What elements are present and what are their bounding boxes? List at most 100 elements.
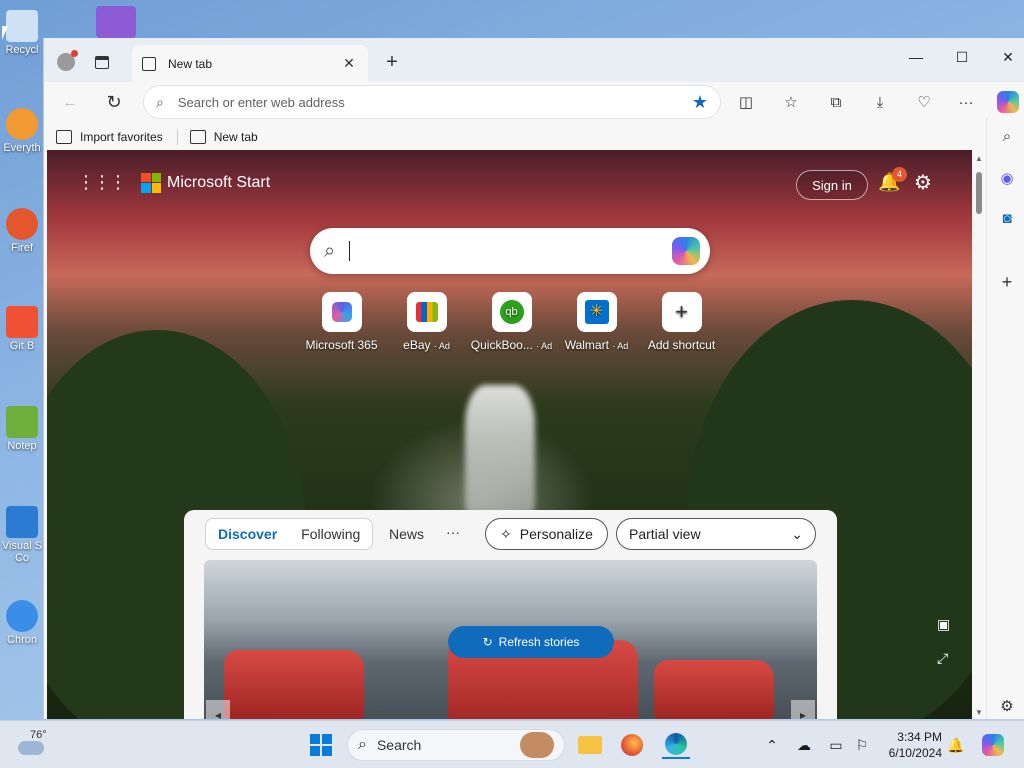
page-settings-gear-icon[interactable]: ⚙: [914, 170, 938, 194]
sidebar-add-icon[interactable]: +: [997, 272, 1017, 292]
text-caret: [349, 241, 351, 261]
notepad-icon: [6, 406, 38, 438]
personalize-label: Personalize: [519, 526, 593, 542]
shortcut-ebay[interactable]: eBay · Ad: [384, 292, 469, 352]
start-button[interactable]: [306, 731, 336, 759]
desktop-icon-notepad[interactable]: Notep: [0, 406, 44, 452]
plus-icon: +: [661, 292, 702, 332]
page-scrollbar[interactable]: ▲ ▼: [972, 150, 986, 719]
heart-pulse-icon: ♡: [917, 94, 931, 111]
sidebar-search-icon[interactable]: ⌕: [997, 126, 1017, 146]
favorite-star-icon[interactable]: ★: [692, 92, 708, 113]
notification-bell-icon[interactable]: 🔔: [946, 731, 966, 759]
cloud-icon: [18, 741, 44, 755]
view-mode-dropdown[interactable]: Partial view ⌄: [616, 518, 816, 550]
clock-date: 6/10/2024: [888, 746, 942, 760]
shortcut-quickbooks[interactable]: qb QuickBoo... · Ad: [469, 292, 554, 352]
shortcut-microsoft-365[interactable]: Microsoft 365: [299, 292, 384, 352]
sign-in-button[interactable]: Sign in: [796, 170, 868, 200]
maximize-button[interactable]: ☐: [940, 42, 984, 72]
browser-window: New tab ✕ + — ☐ ✕ ← ↻ ⌕ Search or enter …: [43, 38, 1024, 719]
search-highlight-image-icon: [520, 732, 554, 758]
file-explorer-button[interactable]: [576, 731, 604, 759]
desktop-icon-chrome[interactable]: Chron: [0, 600, 44, 646]
visual-studio-desktop-icon[interactable]: [96, 6, 136, 38]
profile-button[interactable]: [52, 48, 80, 76]
new-tab-button[interactable]: +: [378, 48, 406, 76]
minimize-button[interactable]: —: [894, 42, 938, 72]
taskbar-clock[interactable]: 3:34 PM 6/10/2024: [880, 729, 942, 761]
tab-actions-button[interactable]: [88, 48, 116, 76]
tab-new-tab[interactable]: New tab ✕: [132, 45, 368, 82]
onedrive-offline-icon[interactable]: ☁: [794, 731, 814, 759]
new-tab-favorite-link[interactable]: New tab: [189, 129, 258, 144]
network-monitor-icon[interactable]: ▭: [826, 731, 846, 759]
title-bar: New tab ✕ + — ☐ ✕: [44, 38, 1024, 82]
firefox-taskbar-button[interactable]: [618, 731, 646, 759]
favorites-bar: Import favorites New tab: [44, 122, 1024, 152]
background-waterfall: [465, 385, 535, 515]
hero-story-card[interactable]: ↻ Refresh stories ◂ ▸: [204, 560, 817, 719]
firefox-icon: [621, 734, 643, 756]
carousel-prev-button[interactable]: ◂: [206, 700, 230, 719]
favorites-button[interactable]: ☆: [777, 88, 805, 116]
sidebar-m365-icon[interactable]: ◉: [997, 168, 1017, 188]
downloads-button[interactable]: ⤓: [866, 88, 894, 116]
story-image-car: [654, 660, 774, 719]
scroll-up-arrow-icon[interactable]: ▲: [975, 154, 983, 163]
copilot-button[interactable]: [994, 88, 1022, 116]
browser-essentials-button[interactable]: ♡: [910, 88, 938, 116]
edge-taskbar-button[interactable]: [662, 731, 690, 759]
desktop-icon-firefox[interactable]: Firef: [0, 208, 44, 254]
tab-close-icon[interactable]: ✕: [340, 55, 358, 72]
collections-button[interactable]: ⧉: [822, 88, 850, 116]
personalize-button[interactable]: ✧ Personalize: [485, 518, 608, 550]
quickbooks-icon: qb: [491, 292, 532, 332]
close-window-button[interactable]: ✕: [986, 42, 1024, 72]
desktop-icon-everything[interactable]: Everyth: [0, 108, 44, 154]
expand-icon[interactable]: ⤢: [937, 650, 948, 667]
refresh-stories-button[interactable]: ↻ Refresh stories: [448, 626, 614, 658]
volume-network-icon[interactable]: ⚐: [852, 731, 872, 759]
tab-news[interactable]: News: [389, 526, 424, 542]
add-shortcut-button[interactable]: + Add shortcut: [639, 292, 724, 352]
weather-temperature: 76°: [30, 729, 47, 741]
refresh-icon: ↻: [106, 91, 122, 112]
everything-icon: [6, 108, 38, 140]
walmart-icon: ✳: [576, 292, 617, 332]
edge-icon: [665, 733, 687, 755]
shortcut-walmart[interactable]: ✳ Walmart · Ad: [554, 292, 639, 352]
import-favorites-label: Import favorites: [80, 129, 163, 144]
taskbar-search-box[interactable]: ⌕ Search: [347, 729, 565, 761]
tab-following[interactable]: Following: [289, 526, 372, 542]
background-image-info-icon[interactable]: ▣: [937, 616, 950, 633]
brand-title[interactable]: Microsoft Start: [167, 174, 270, 192]
scrollbar-thumb[interactable]: [976, 172, 982, 214]
feed-tab-group: Discover Following: [205, 518, 374, 550]
web-search-box[interactable]: ⌕: [310, 228, 710, 274]
sidebar-settings-icon[interactable]: ⚙: [997, 696, 1017, 716]
search-icon: ⌕: [156, 93, 164, 110]
app-launcher-icon[interactable]: ⋮⋮⋮: [77, 172, 127, 193]
taskbar: 76° ⌕ Search ⌃ ☁ ▭ ⚐ 3:34 PM 6/10/2024 🔔: [0, 720, 1024, 768]
split-screen-button[interactable]: ◫: [732, 88, 760, 116]
refresh-button[interactable]: ↻: [100, 88, 128, 116]
search-icon: ⌕: [358, 736, 367, 753]
settings-and-more-button[interactable]: ···: [952, 88, 980, 116]
weather-widget[interactable]: 76°: [18, 729, 47, 755]
import-favorites-link[interactable]: Import favorites: [56, 129, 163, 144]
git-bash-icon: [6, 306, 38, 338]
desktop-icon-visual-studio-code[interactable]: Visual S Co: [0, 506, 44, 564]
desktop-icon-git-bash[interactable]: Git B: [0, 306, 44, 352]
sidebar-outlook-icon[interactable]: ◙: [997, 208, 1017, 228]
address-bar[interactable]: ⌕ Search or enter web address ★: [144, 86, 720, 118]
scroll-down-arrow-icon[interactable]: ▼: [975, 708, 983, 717]
carousel-next-button[interactable]: ▸: [791, 700, 815, 719]
copilot-icon[interactable]: [672, 237, 700, 265]
more-tabs-button[interactable]: ···: [446, 524, 460, 540]
tab-discover[interactable]: Discover: [206, 526, 289, 542]
show-hidden-icons-chevron-icon[interactable]: ⌃: [762, 731, 782, 759]
back-button[interactable]: ←: [56, 88, 84, 116]
favorites-separator: [176, 128, 178, 145]
copilot-taskbar-button[interactable]: [980, 731, 1006, 759]
